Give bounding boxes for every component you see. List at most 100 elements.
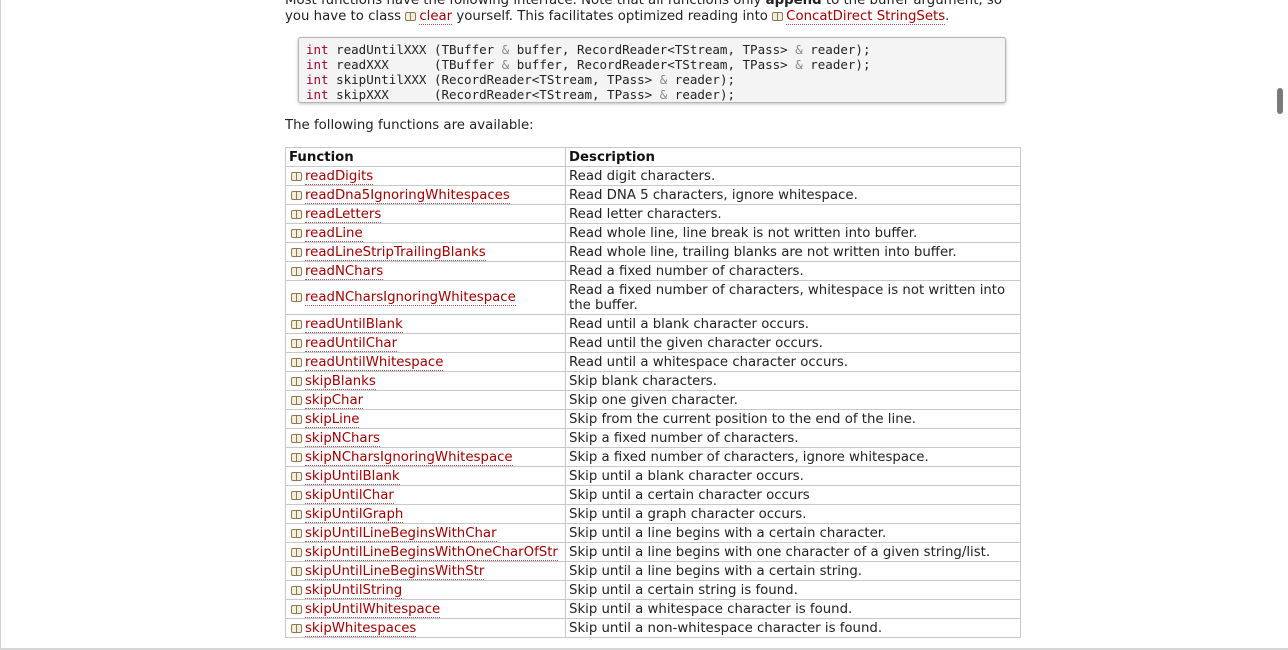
description-cell: Skip until a line begins with one charac… xyxy=(565,542,1021,562)
table-row: readNChars Read a fixed number of charact… xyxy=(285,261,1021,281)
function-cell: skipNChars xyxy=(285,428,566,448)
function-cell: skipNCharsIgnoringWhitespace xyxy=(285,447,566,467)
book-icon xyxy=(291,566,302,576)
function-link[interactable]: readLetters xyxy=(305,206,382,223)
description-cell: Skip until a certain character occurs xyxy=(565,485,1021,505)
description-cell: Read whole line, line break is not writt… xyxy=(565,223,1021,243)
function-link[interactable]: skipUntilLineBeginsWithOneCharOfStr xyxy=(305,544,558,561)
description-cell: Read a fixed number of characters. xyxy=(565,261,1021,281)
book-icon xyxy=(291,247,302,257)
description-cell: Skip until a graph character occurs. xyxy=(565,504,1021,524)
book-icon xyxy=(291,190,302,200)
description-cell: Skip a fixed number of characters. xyxy=(565,428,1021,448)
function-link[interactable]: readDigits xyxy=(305,168,374,185)
function-cell: skipUntilBlank xyxy=(285,466,566,486)
function-link[interactable]: skipChar xyxy=(305,392,364,409)
table-row: skipUntilLineBeginsWithChar Skip until a … xyxy=(285,523,1021,543)
description-cell: Skip blank characters. xyxy=(565,371,1021,391)
code-keyword: int xyxy=(306,87,329,102)
description-cell: Skip until a certain string is found. xyxy=(565,580,1021,600)
function-cell: skipUntilGraph xyxy=(285,504,566,524)
function-link[interactable]: skipUntilLineBeginsWithChar xyxy=(305,525,497,542)
code-token: reader); xyxy=(802,42,871,57)
book-icon xyxy=(291,357,302,367)
function-link[interactable]: skipUntilBlank xyxy=(305,468,400,485)
function-link[interactable]: readUntilChar xyxy=(305,335,398,352)
function-link[interactable]: readDna5IgnoringWhitespaces xyxy=(305,187,510,204)
function-link[interactable]: skipBlanks xyxy=(305,373,376,390)
function-link[interactable]: readUntilWhitespace xyxy=(305,354,444,371)
code-line: int skipUntilXXX (RecordReader<TStream, … xyxy=(299,72,1005,87)
vertical-scrollbar[interactable] xyxy=(1273,0,1288,650)
code-token: buffer, RecordReader<TStream, TPass> xyxy=(509,57,796,72)
code-token: buffer, RecordReader<TStream, TPass> xyxy=(509,42,796,57)
table-row: skipUntilString Skip until a certain stri… xyxy=(285,580,1021,600)
function-link[interactable]: skipUntilWhitespace xyxy=(305,601,441,618)
book-icon xyxy=(291,623,302,633)
description-cell: Read whole line, trailing blanks are not… xyxy=(565,242,1021,262)
code-keyword: int xyxy=(306,42,329,57)
description-cell: Read digit characters. xyxy=(565,166,1021,186)
book-icon xyxy=(291,433,302,443)
function-link[interactable]: skipUntilString xyxy=(305,582,403,599)
book-icon xyxy=(291,509,302,519)
function-link[interactable]: readUntilBlank xyxy=(305,316,403,333)
table-row: skipWhitespaces Skip until a non-whitespa… xyxy=(285,618,1021,638)
description-cell: Read until the given character occurs. xyxy=(565,333,1021,353)
function-link[interactable]: skipWhitespaces xyxy=(305,620,417,637)
function-link[interactable]: skipNCharsIgnoringWhitespace xyxy=(305,449,513,466)
col-header-function: Function xyxy=(285,147,566,167)
code-operator: & xyxy=(795,42,803,57)
function-cell: skipWhitespaces xyxy=(285,618,566,638)
col-header-description: Description xyxy=(565,147,1021,167)
table-row: readLineStripTrailingBlanks Read whole li… xyxy=(285,242,1021,262)
intro-period: . xyxy=(945,9,950,24)
book-icon xyxy=(291,395,302,405)
book-icon xyxy=(291,338,302,348)
clear-link[interactable]: clear xyxy=(419,9,453,25)
table-row: readDigits Read digit characters. xyxy=(285,166,1021,186)
function-link[interactable]: skipUntilLineBeginsWithStr xyxy=(305,563,485,580)
code-token: skipUntilXXX xyxy=(336,72,427,87)
description-cell: Read until a whitespace character occurs… xyxy=(565,352,1021,372)
code-token: (RecordReader<TStream, TPass> xyxy=(433,72,660,87)
function-cell: skipUntilWhitespace xyxy=(285,599,566,619)
book-icon xyxy=(291,209,302,219)
scrollbar-thumb[interactable] xyxy=(1277,88,1283,114)
table-row: readNCharsIgnoringWhitespace Read a fixed… xyxy=(285,280,1021,315)
function-cell: skipUntilLineBeginsWithOneCharOfStr xyxy=(285,542,566,562)
description-cell: Skip until a non-whitespace character is… xyxy=(565,618,1021,638)
function-cell: readDigits xyxy=(285,166,566,186)
function-link[interactable]: skipNChars xyxy=(305,430,380,447)
description-cell: Skip a fixed number of characters, ignor… xyxy=(565,447,1021,467)
function-cell: readUntilWhitespace xyxy=(285,352,566,372)
book-icon xyxy=(772,12,784,21)
function-link[interactable]: readNCharsIgnoringWhitespace xyxy=(305,290,516,306)
book-icon xyxy=(291,547,302,557)
book-icon xyxy=(291,228,302,238)
function-cell: skipBlanks xyxy=(285,371,566,391)
function-link[interactable]: skipLine xyxy=(305,411,360,428)
code-keyword: int xyxy=(306,72,329,87)
table-row: skipUntilWhitespace Skip until a whitespa… xyxy=(285,599,1021,619)
table-row: skipBlanks Skip blank characters. xyxy=(285,371,1021,391)
code-token: (TBuffer xyxy=(433,57,502,72)
function-link[interactable]: readLine xyxy=(305,225,363,242)
code-block: int readUntilXXX (TBuffer & buffer, Reco… xyxy=(298,37,1006,103)
description-cell: Read letter characters. xyxy=(565,204,1021,224)
book-icon xyxy=(291,528,302,538)
function-link[interactable]: skipUntilChar xyxy=(305,487,394,504)
function-cell: skipUntilLineBeginsWithChar xyxy=(285,523,566,543)
function-link[interactable]: skipUntilGraph xyxy=(305,506,404,523)
concat-direct-stringsets-link[interactable]: ConcatDirect StringSets xyxy=(786,9,946,25)
function-cell: skipUntilLineBeginsWithStr xyxy=(285,561,566,581)
code-token: reader); xyxy=(667,72,735,87)
function-link[interactable]: readNChars xyxy=(305,263,384,280)
book-icon xyxy=(291,171,302,181)
table-row: readLetters Read letter characters. xyxy=(285,204,1021,224)
table-row: readUntilWhitespace Read until a whitespa… xyxy=(285,352,1021,372)
function-link[interactable]: readLineStripTrailingBlanks xyxy=(305,244,486,261)
